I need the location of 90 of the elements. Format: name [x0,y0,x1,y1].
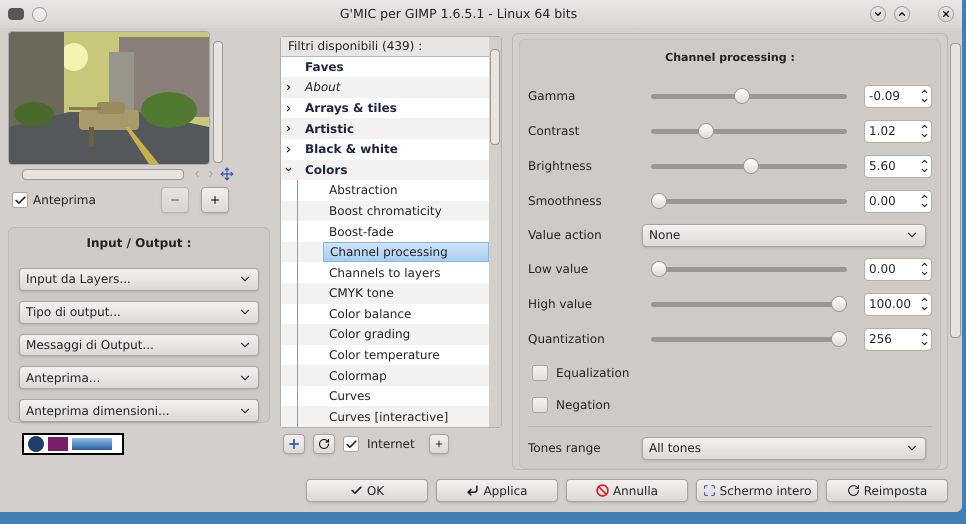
add-button[interactable] [283,434,305,454]
dialog-button[interactable]: Applica [436,479,558,502]
panel-title: Channel processing : [664,50,796,66]
panel-title: Input / Output : [86,235,192,252]
slider-thumb[interactable] [651,193,667,209]
close-icon [941,9,951,19]
plus-icon [434,439,444,449]
tree-item[interactable]: Curves [323,386,377,406]
checkbox[interactable] [343,436,359,452]
list-header: Filtri disponibili (439) : [281,37,489,57]
dropdown[interactable]: None [642,224,926,246]
checkbox-label: Internet [367,436,415,453]
sponsor-logo-icon [22,433,124,455]
dropdown[interactable]: Anteprima... [19,366,259,390]
refresh-icon [318,438,330,450]
tree-item[interactable]: Black & white [299,139,404,160]
param-label: Brightness [528,158,593,175]
spin-field[interactable]: 100.00 [864,292,932,316]
horizontal-scrollbar[interactable] [22,168,184,180]
spin-field[interactable]: 1.02 [864,120,932,142]
param-label: Low value [528,261,590,278]
check-icon [350,484,363,497]
spin-field[interactable]: 5.60 [864,154,932,178]
zoom-in-button[interactable] [200,187,229,213]
dropdown[interactable]: Input da Layers... [19,268,259,291]
zoom-out-button[interactable] [160,187,189,213]
slider-track[interactable] [651,158,847,174]
slider-track[interactable] [651,261,847,277]
spin-field[interactable]: 0.00 [864,258,932,280]
tree-item[interactable]: Channel processing [323,242,489,262]
checkbox-label: Anteprima [33,192,96,209]
slider-thumb[interactable] [734,88,750,104]
expand-button[interactable] [428,434,449,454]
dialog-button[interactable]: Annulla [566,479,688,502]
slider-thumb[interactable] [831,331,847,347]
spin-field[interactable]: 0.00 [864,190,932,212]
dialog-button[interactable]: OK [306,479,428,502]
dropdown[interactable]: Tipo di output... [19,300,259,324]
checkbox[interactable] [12,192,28,208]
slider-thumb[interactable] [742,158,759,174]
slider-track[interactable] [651,193,847,209]
minimize-button[interactable] [870,6,886,22]
vertical-scrollbar[interactable] [489,37,501,427]
dropdown[interactable]: All tones [642,436,926,460]
slider-thumb[interactable] [831,296,847,312]
move-icon[interactable] [220,167,234,181]
checkbox-label: Negation [556,396,610,414]
param-label: Contrast [528,123,580,140]
tree-item[interactable]: Abstraction [323,180,404,200]
slider-track[interactable] [651,123,847,139]
param-label: Tones range [528,440,602,457]
slider-track[interactable] [651,296,847,312]
param-label: Smoothness [528,193,603,210]
spin-field[interactable]: -0.09 [864,84,932,108]
tree-item[interactable]: Arrays & tiles [299,98,403,118]
checkbox[interactable] [532,396,548,412]
dialog-button[interactable]: Reimposta [826,479,948,502]
close-button[interactable] [938,6,954,22]
dialog-button[interactable]: Schermo intero [696,479,818,502]
tree-item[interactable]: Channels to layers [323,262,447,283]
tree-item[interactable]: Boost-fade [323,222,400,242]
param-label: Quantization [528,331,606,348]
slider-track[interactable] [651,88,847,104]
cancel-icon [596,484,609,497]
dropdown[interactable]: Messaggi di Output... [19,334,259,356]
enter-arrow-icon [466,484,480,497]
spin-field[interactable]: 256 [864,328,932,350]
checkbox-label: Equalization [556,364,630,382]
window-menu-button[interactable] [32,6,47,22]
param-label: High value [528,296,594,313]
maximize-button[interactable] [894,6,910,22]
param-label: Value action [528,227,603,244]
tree-item[interactable]: Color balance [323,304,418,324]
checkbox[interactable] [532,364,548,380]
window-title: G'MIC per GIMP 1.6.5.1 - Linux 64 bits [338,4,578,23]
slider-thumb[interactable] [651,261,667,277]
dropdown[interactable]: Anteprima dimensioni... [19,399,259,422]
param-label: Gamma [528,88,576,105]
tree-item[interactable]: Faves [299,56,350,77]
refresh-button[interactable] [313,434,335,454]
plus-icon [208,194,221,206]
slider-thumb[interactable] [698,123,714,139]
app-logo-icon [8,8,24,20]
reset-icon [846,484,860,497]
plus-icon [287,437,301,451]
chevron-up-icon [897,9,907,19]
slider-track[interactable] [651,331,847,347]
chevron-down-icon [873,9,883,19]
tree-item[interactable]: Color temperature [323,344,446,365]
fullscreen-icon [702,484,716,497]
